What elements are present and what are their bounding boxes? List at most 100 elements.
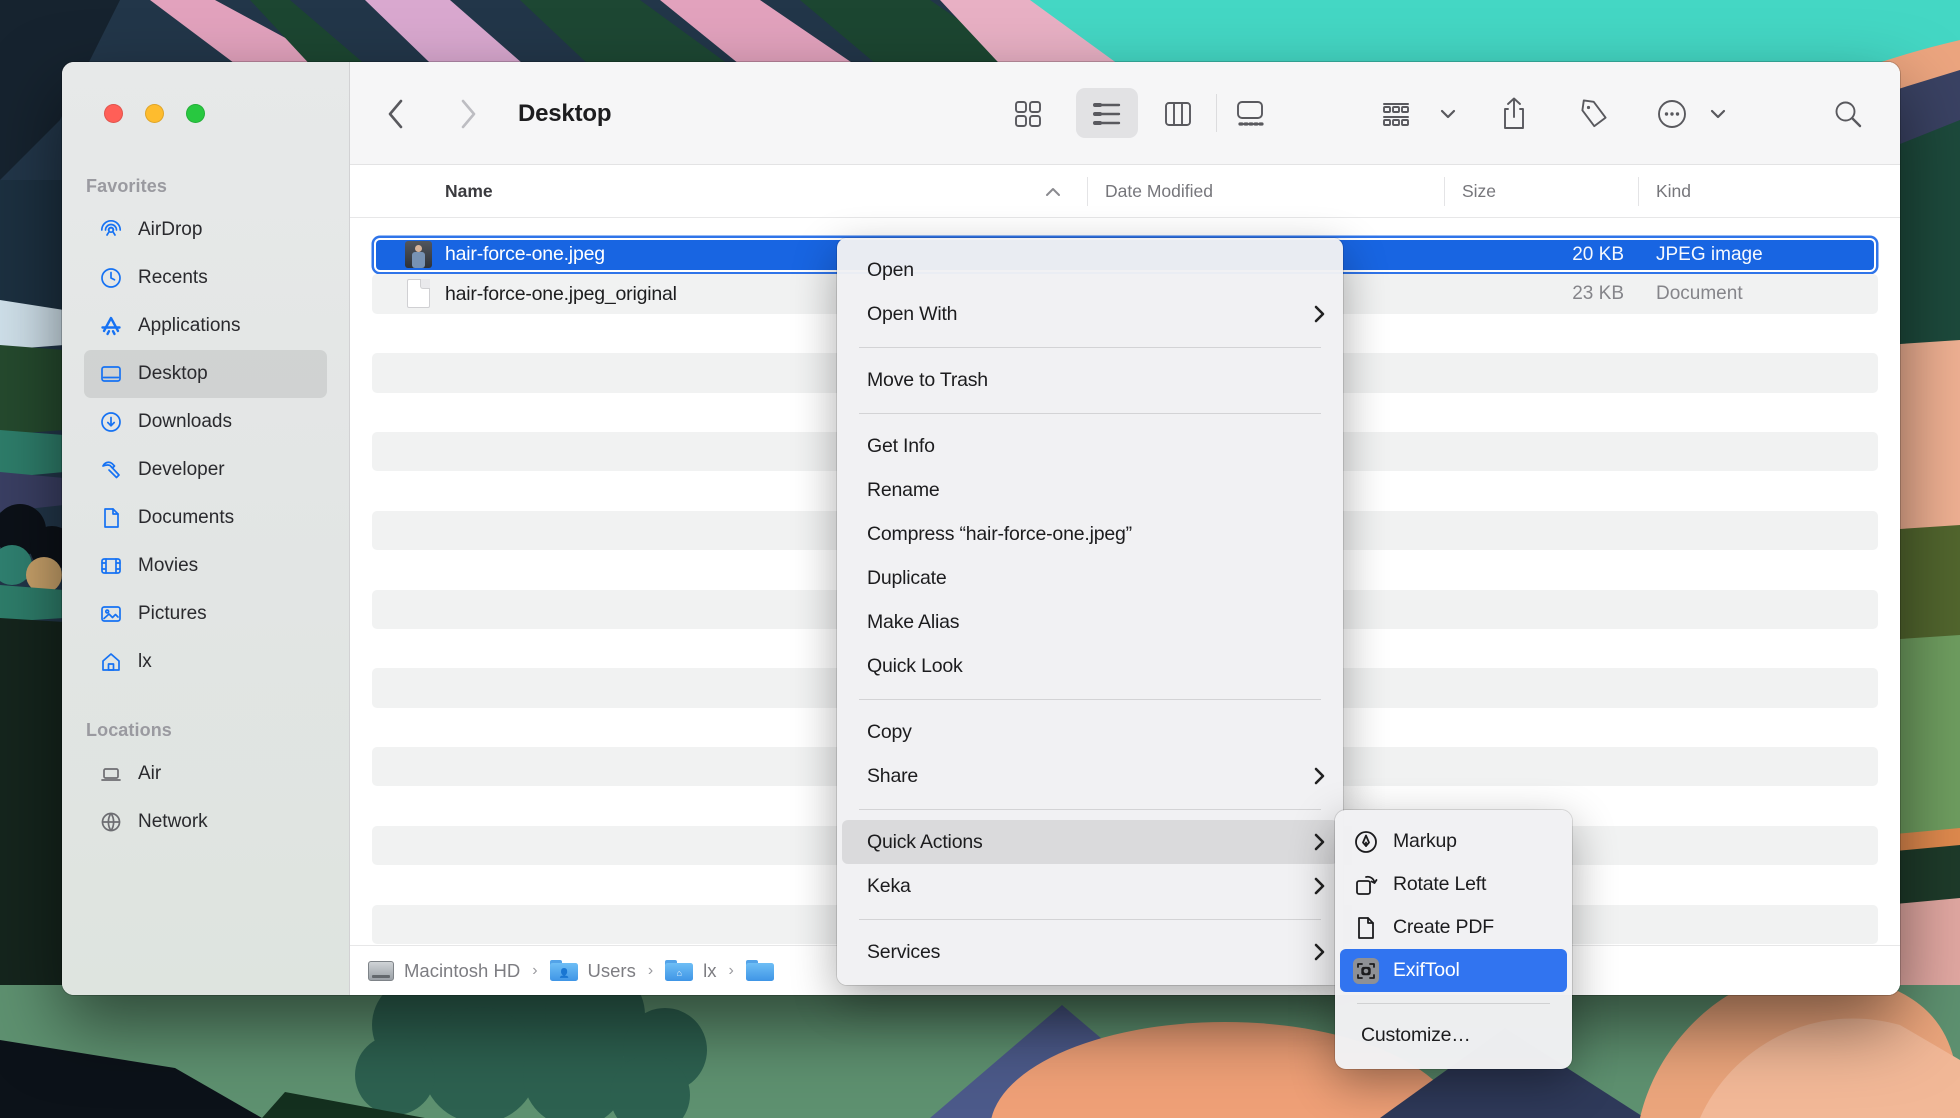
image-thumbnail [405, 241, 432, 268]
sort-ascending-icon [1044, 165, 1062, 218]
group-by-chevron-icon [1436, 62, 1460, 165]
sidebar-item-label: Movies [138, 555, 198, 577]
home-icon [98, 649, 124, 675]
more-options-button[interactable] [1646, 62, 1698, 165]
quick-actions-submenu: Markup Rotate Left Create PDF ExifTool C… [1335, 810, 1572, 1069]
submenu-chevron-icon [1313, 304, 1325, 324]
sidebar-item-documents[interactable]: Documents [84, 494, 327, 542]
sidebar-item-recents[interactable]: Recents [84, 254, 327, 302]
sidebar-item-label: Recents [138, 267, 208, 289]
menu-item-quick-actions[interactable]: Quick Actions [842, 820, 1338, 864]
airdrop-icon [98, 217, 124, 243]
menu-separator [837, 798, 1343, 820]
column-header-row: Name Date Modified Size Kind [350, 165, 1900, 218]
file-size: 23 KB [1350, 274, 1624, 313]
close-button[interactable] [104, 104, 123, 123]
menu-item-move-to-trash[interactable]: Move to Trash [837, 358, 1343, 402]
gallery-view-button[interactable] [1224, 62, 1276, 165]
column-divider[interactable] [1087, 177, 1088, 206]
toolbar-divider [1216, 94, 1217, 132]
file-size: 20 KB [1350, 235, 1624, 274]
rotate-left-icon [1352, 871, 1380, 899]
path-item-label: Users [588, 960, 636, 982]
file-kind: JPEG image [1656, 235, 1763, 274]
sidebar-item-developer[interactable]: Developer [84, 446, 327, 494]
laptop-icon [98, 761, 124, 787]
sidebar-item-airdrop[interactable]: AirDrop [84, 206, 327, 254]
sidebar-item-downloads[interactable]: Downloads [84, 398, 327, 446]
hard-drive-icon [368, 961, 394, 981]
submenu-chevron-icon [1313, 876, 1325, 896]
submenu-item-markup[interactable]: Markup [1340, 820, 1567, 863]
hammer-icon [98, 457, 124, 483]
sidebar-item-label: Applications [138, 315, 240, 337]
folder-home-icon: ⌂ [665, 960, 693, 981]
sidebar-item-desktop[interactable]: Desktop [84, 350, 327, 398]
menu-separator [837, 336, 1343, 358]
sidebar-item-movies[interactable]: Movies [84, 542, 327, 590]
forward-button[interactable] [450, 62, 486, 165]
file-name: hair-force-one.jpeg_original [445, 274, 677, 313]
path-item-users[interactable]: 👤 Users [550, 960, 636, 982]
submenu-chevron-icon [1313, 832, 1325, 852]
globe-icon [98, 809, 124, 835]
submenu-item-rotate-left[interactable]: Rotate Left [1340, 863, 1567, 906]
sidebar-item-network[interactable]: Network [84, 798, 327, 846]
zoom-button[interactable] [186, 104, 205, 123]
grid-view-button[interactable] [1002, 62, 1054, 165]
menu-item-open[interactable]: Open [837, 248, 1343, 292]
markup-icon [1352, 828, 1380, 856]
column-header-kind[interactable]: Kind [1656, 165, 1691, 218]
app-store-icon [98, 313, 124, 339]
menu-item-quick-look[interactable]: Quick Look [837, 644, 1343, 688]
column-header-size[interactable]: Size [1462, 165, 1496, 218]
menu-item-copy[interactable]: Copy [837, 710, 1343, 754]
column-divider[interactable] [1638, 177, 1639, 206]
tag-button[interactable] [1568, 62, 1620, 165]
create-pdf-icon [1352, 914, 1380, 942]
download-circle-icon [98, 409, 124, 435]
group-by-button[interactable] [1368, 62, 1424, 165]
column-header-name[interactable]: Name [445, 165, 493, 218]
back-button[interactable] [378, 62, 414, 165]
path-item-desktop-partial[interactable] [746, 960, 774, 981]
menu-item-share[interactable]: Share [837, 754, 1343, 798]
menu-item-duplicate[interactable]: Duplicate [837, 556, 1343, 600]
minimize-button[interactable] [145, 104, 164, 123]
sidebar-item-home[interactable]: lx [84, 638, 327, 686]
menu-item-compress[interactable]: Compress “hair-force-one.jpeg” [837, 512, 1343, 556]
submenu-chevron-icon [1313, 942, 1325, 962]
path-item-lx[interactable]: ⌂ lx [665, 960, 716, 982]
sidebar-item-pictures[interactable]: Pictures [84, 590, 327, 638]
menu-separator [837, 688, 1343, 710]
menu-item-keka[interactable]: Keka [837, 864, 1343, 908]
sidebar: Favorites AirDrop Recents Applications D… [62, 62, 350, 995]
toolbar: Desktop [350, 62, 1900, 165]
submenu-item-exiftool[interactable]: ExifTool [1340, 949, 1567, 992]
list-view-button[interactable] [1078, 62, 1136, 165]
sidebar-item-label: Developer [138, 459, 225, 481]
column-divider[interactable] [1444, 177, 1445, 206]
search-button[interactable] [1822, 62, 1874, 165]
menu-item-get-info[interactable]: Get Info [837, 424, 1343, 468]
sidebar-item-applications[interactable]: Applications [84, 302, 327, 350]
column-view-button[interactable] [1152, 62, 1204, 165]
share-button[interactable] [1488, 62, 1540, 165]
menu-item-rename[interactable]: Rename [837, 468, 1343, 512]
clock-icon [98, 265, 124, 291]
submenu-item-customize[interactable]: Customize… [1340, 1014, 1567, 1057]
photo-icon [98, 601, 124, 627]
sidebar-item-label: Desktop [138, 363, 208, 385]
sidebar-item-label: Documents [138, 507, 234, 529]
path-item-label: lx [703, 960, 716, 982]
menu-item-open-with[interactable]: Open With [837, 292, 1343, 336]
more-options-chevron-icon [1706, 62, 1730, 165]
path-item-macintosh-hd[interactable]: Macintosh HD [368, 960, 520, 982]
sidebar-item-label: Network [138, 811, 208, 833]
menu-item-services[interactable]: Services [837, 930, 1343, 974]
column-header-date-modified[interactable]: Date Modified [1105, 165, 1213, 218]
sidebar-item-air[interactable]: Air [84, 750, 327, 798]
menu-item-make-alias[interactable]: Make Alias [837, 600, 1343, 644]
film-icon [98, 553, 124, 579]
submenu-item-create-pdf[interactable]: Create PDF [1340, 906, 1567, 949]
